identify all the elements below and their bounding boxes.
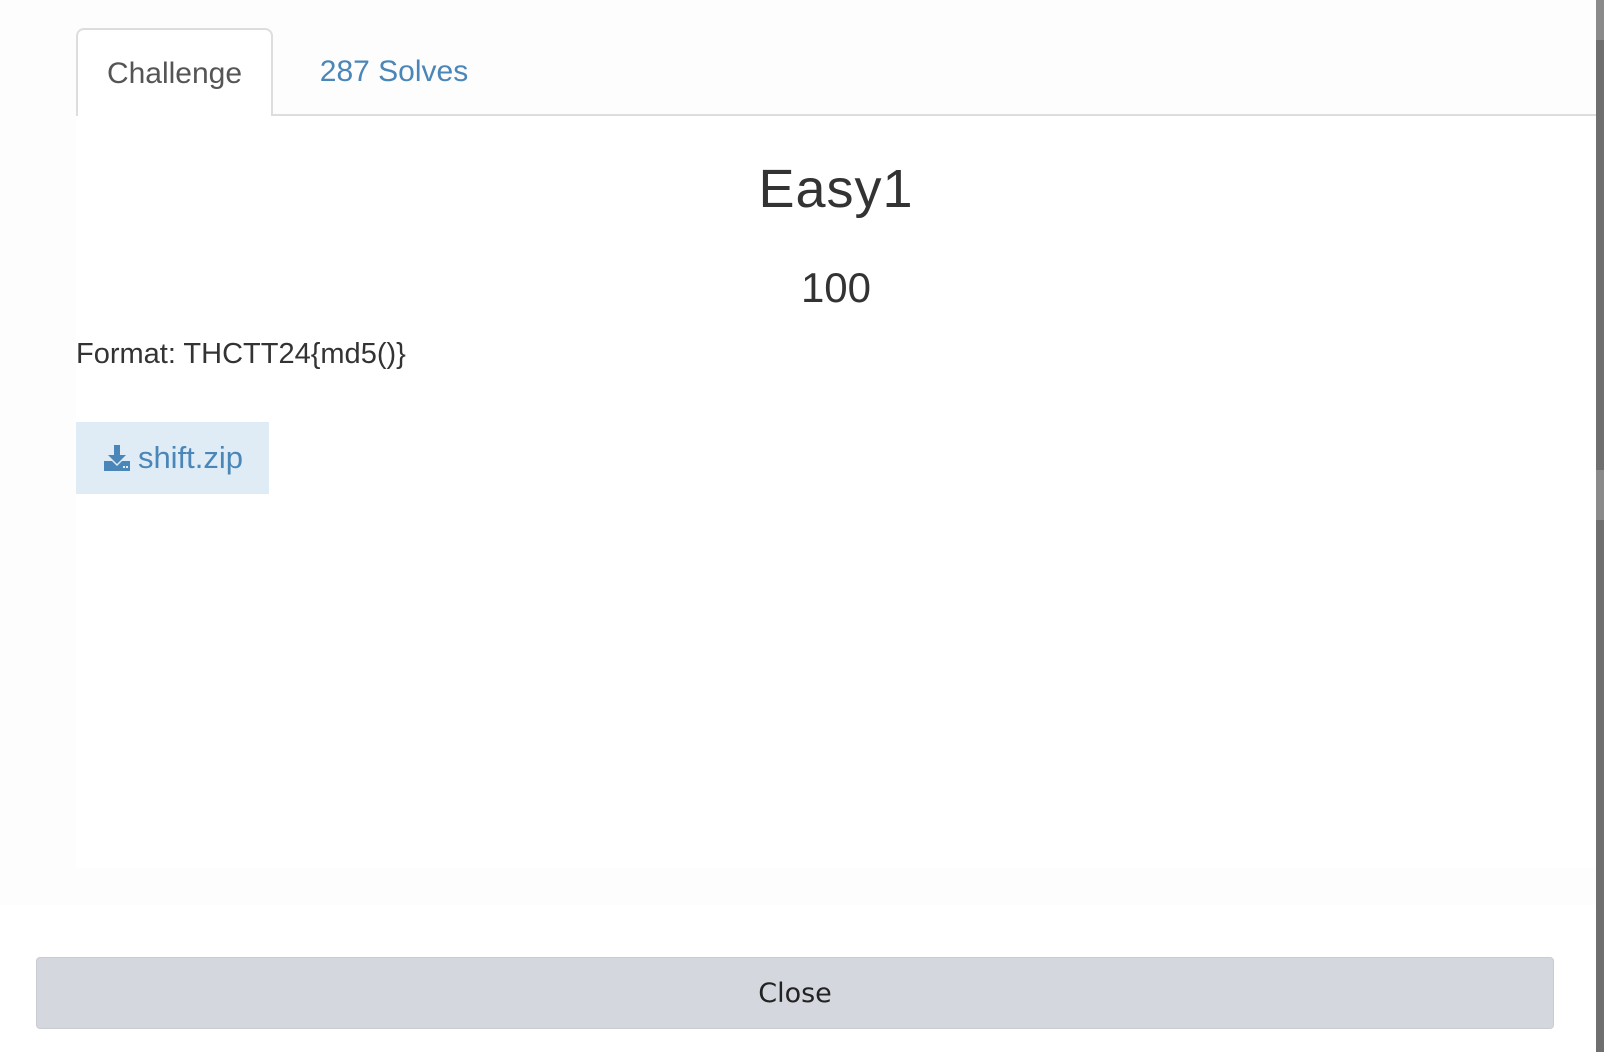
tab-challenge[interactable]: Challenge xyxy=(76,28,273,118)
tab-solves[interactable]: 287 Solves xyxy=(304,28,484,116)
challenge-modal: Challenge 287 Solves Easy1 100 Format: T… xyxy=(0,0,1596,1052)
modal-footer: Close xyxy=(0,905,1596,1052)
file-name: shift.zip xyxy=(137,440,244,475)
download-icon xyxy=(102,443,132,473)
challenge-description: Format: THCTT24{md5()} xyxy=(76,338,406,370)
challenge-name: Easy1 xyxy=(758,159,914,219)
challenge-points: 100 xyxy=(800,264,872,311)
modal-body: Challenge 287 Solves Easy1 100 Format: T… xyxy=(0,0,1596,905)
challenge-panel: Easy1 100 Format: THCTT24{md5()} shift.z… xyxy=(76,116,1596,868)
download-file-button[interactable]: shift.zip xyxy=(76,422,269,494)
close-button[interactable]: Close xyxy=(36,957,1554,1029)
challenge-page: Challenge 287 Solves Easy1 100 Format: T… xyxy=(0,0,1604,1052)
challenge-tabs: Challenge 287 Solves xyxy=(76,28,1596,118)
